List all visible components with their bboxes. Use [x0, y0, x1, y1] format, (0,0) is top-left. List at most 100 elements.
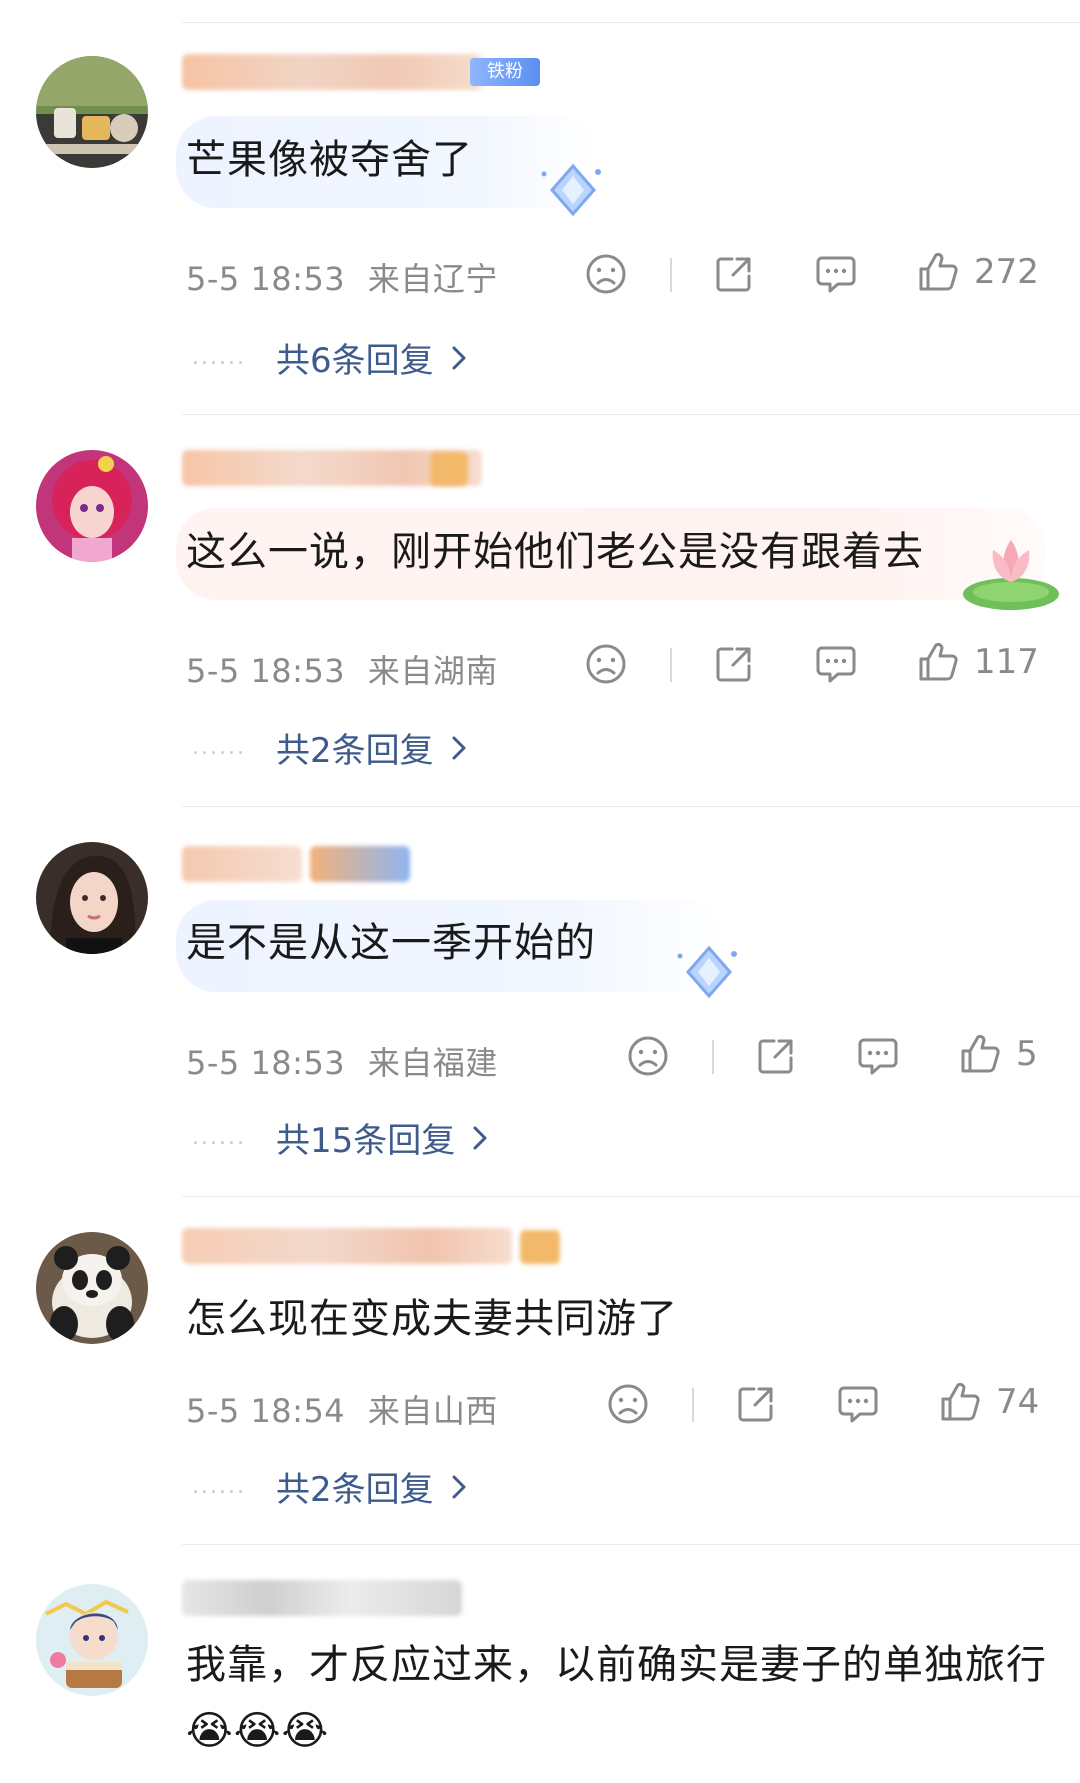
username-blurred[interactable]	[182, 54, 482, 90]
comment-meta: 5-5 18:53 来自湖南	[186, 646, 498, 692]
chevron-right-icon	[452, 1475, 466, 1498]
reply-dots: ......	[192, 735, 246, 760]
fan-badge-label: 铁粉	[487, 61, 523, 82]
comment-icon	[838, 1386, 878, 1423]
avatar[interactable]	[36, 1232, 148, 1344]
comment-icon	[816, 646, 856, 683]
like-button[interactable]: 117	[916, 640, 1039, 684]
divider	[182, 806, 1080, 807]
comment-text: 怎么现在变成夫妻共同游了	[186, 1296, 678, 1342]
comment-location: 来自辽宁	[367, 260, 498, 298]
view-replies-link[interactable]: ...... 共2条回复	[192, 723, 468, 772]
view-replies-link[interactable]: ...... 共6条回复	[192, 333, 468, 382]
sad-face-icon	[586, 254, 626, 294]
comment-location: 来自湖南	[367, 652, 498, 690]
reply-dots: ......	[192, 1474, 246, 1499]
username-blurred[interactable]	[182, 846, 302, 882]
avatar-image	[36, 842, 148, 954]
comment-meta: 5-5 18:53 来自辽宁	[186, 254, 498, 300]
like-count: 272	[974, 252, 1039, 292]
avatar[interactable]	[36, 56, 148, 168]
view-replies-link[interactable]: ...... 共15条回复	[192, 1113, 489, 1162]
chevron-right-icon	[452, 736, 466, 759]
avatar[interactable]	[36, 1584, 148, 1696]
divider	[182, 1196, 1080, 1197]
comment-text: 芒果像被夺舍了	[186, 137, 473, 183]
avatar-image	[36, 450, 148, 562]
thumbs-up-icon	[919, 642, 958, 681]
username-blurred[interactable]	[182, 1228, 512, 1264]
comment-button[interactable]	[814, 252, 858, 296]
comment-icon	[816, 256, 856, 293]
reply-dots: ......	[192, 1125, 246, 1150]
dislike-button[interactable]	[584, 642, 628, 686]
sad-face-icon	[586, 644, 626, 684]
lotus-bubble-decoration-icon	[963, 540, 1059, 610]
action-separator	[670, 648, 672, 682]
comment-time: 5-5 18:53	[186, 1044, 346, 1082]
comment-text: 是不是从这一季开始的	[186, 920, 596, 966]
like-count: 5	[1016, 1034, 1038, 1074]
reply-count-label: 共15条回复	[275, 1121, 456, 1161]
divider	[182, 22, 1080, 23]
share-icon	[758, 1039, 793, 1074]
dislike-button[interactable]	[626, 1034, 670, 1078]
avatar[interactable]	[36, 842, 148, 954]
comment-location: 来自山西	[367, 1392, 498, 1430]
comment-button[interactable]	[856, 1034, 900, 1078]
dislike-button[interactable]	[606, 1382, 650, 1426]
like-count: 117	[974, 642, 1039, 682]
share-button[interactable]	[712, 252, 756, 296]
comment-list: 铁粉 芒果像被夺舍了 5-5 18:53 来自辽宁 272 ...... 共6条…	[0, 0, 1080, 1783]
comment-button[interactable]	[836, 1382, 880, 1426]
comment-text: 我靠，才反应过来，以前确实是妻子的单独旅行😭😭😭	[186, 1642, 1047, 1754]
share-button[interactable]	[734, 1382, 778, 1426]
comment-meta: 5-5 18:54 来自山西	[186, 1386, 498, 1432]
share-icon	[738, 1387, 773, 1422]
like-button[interactable]: 272	[916, 250, 1039, 294]
avatar-image	[36, 56, 148, 168]
action-separator	[692, 1388, 694, 1422]
like-button[interactable]: 74	[938, 1380, 1039, 1424]
avatar-image	[36, 1584, 148, 1696]
comment-time: 5-5 18:53	[186, 260, 346, 298]
comment-location: 来自福建	[367, 1044, 498, 1082]
sad-face-icon	[608, 1384, 648, 1424]
view-replies-link[interactable]: ...... 共2条回复	[192, 1462, 468, 1511]
username-blurred[interactable]	[182, 1580, 462, 1616]
comment-button[interactable]	[814, 642, 858, 686]
dislike-button[interactable]	[584, 252, 628, 296]
share-icon	[716, 257, 751, 292]
user-badge-blurred	[310, 846, 410, 882]
reply-count-label: 共2条回复	[275, 1470, 434, 1510]
share-button[interactable]	[712, 642, 756, 686]
avatar[interactable]	[36, 450, 148, 562]
thumbs-up-icon	[919, 252, 958, 291]
comment-icon	[858, 1038, 898, 1075]
chevron-right-icon	[452, 346, 466, 369]
sad-face-icon	[628, 1036, 668, 1076]
action-separator	[712, 1040, 714, 1074]
action-separator	[670, 258, 672, 292]
comment-meta: 5-5 18:53 来自福建	[186, 1038, 498, 1084]
comment-time: 5-5 18:54	[186, 1392, 346, 1430]
user-badge-blurred	[520, 1230, 560, 1264]
diamond-bubble-decoration-icon	[541, 163, 601, 217]
share-icon	[716, 647, 751, 682]
chevron-right-icon	[473, 1126, 487, 1149]
thumbs-up-icon	[941, 1382, 980, 1421]
thumbs-up-icon	[961, 1034, 1000, 1073]
reply-count-label: 共2条回复	[275, 731, 434, 771]
share-button[interactable]	[754, 1034, 798, 1078]
avatar-image	[36, 1232, 148, 1344]
fan-badge: 铁粉	[470, 58, 540, 86]
like-count: 74	[996, 1382, 1040, 1422]
divider	[182, 1544, 1080, 1545]
reply-count-label: 共6条回复	[275, 341, 434, 381]
reply-dots: ......	[192, 345, 246, 370]
like-button[interactable]: 5	[958, 1032, 1038, 1076]
user-badge-blurred	[430, 452, 468, 486]
comment-text: 这么一说，刚开始他们老公是没有跟着去	[186, 529, 924, 575]
comment-time: 5-5 18:53	[186, 652, 346, 690]
divider	[182, 414, 1080, 415]
